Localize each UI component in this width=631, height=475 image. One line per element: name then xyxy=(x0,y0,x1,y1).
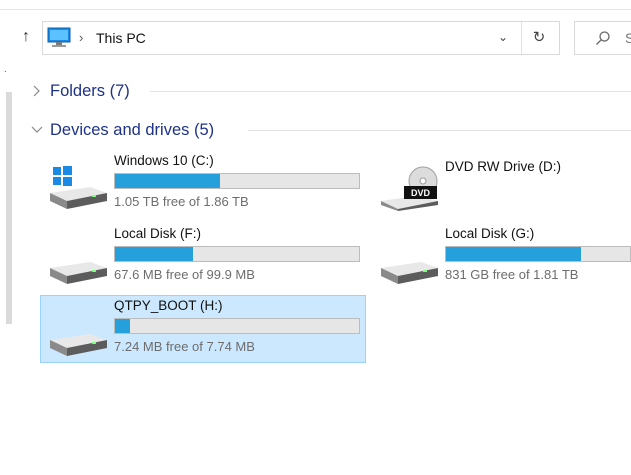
drive-tile-f[interactable]: Local Disk (F:) 67.6 MB free of 99.9 MB xyxy=(41,224,367,290)
drive-free-space: 831 GB free of 1.81 TB xyxy=(445,267,579,282)
drive-usage-bar xyxy=(114,318,360,334)
group-divider xyxy=(150,91,631,92)
up-arrow-icon[interactable]: ↑ xyxy=(16,26,36,48)
drive-usage-fill xyxy=(115,247,194,261)
drive-name: Local Disk (G:) xyxy=(445,226,535,241)
group-label-devices: Devices and drives (5) xyxy=(50,120,215,139)
dvd-badge-label: DVD xyxy=(411,188,431,198)
drive-tile-c[interactable]: Windows 10 (C:) 1.05 TB free of 1.86 TB xyxy=(41,151,367,217)
group-label-folders: Folders (7) xyxy=(50,81,130,100)
chevron-right-icon xyxy=(33,85,40,97)
chevron-down-icon[interactable]: ⌄ xyxy=(495,30,511,46)
drive-usage-bar xyxy=(114,173,360,189)
group-header-folders[interactable]: Folders (7) xyxy=(30,79,130,103)
drive-free-space: 67.6 MB free of 99.9 MB xyxy=(114,267,255,282)
breadcrumb-separator[interactable]: › xyxy=(79,30,83,45)
drive-name: Windows 10 (C:) xyxy=(114,153,214,168)
address-divider xyxy=(521,22,522,54)
drive-usage-fill xyxy=(115,174,220,188)
drive-tile-h[interactable]: QTPY_BOOT (H:) 7.24 MB free of 7.74 MB xyxy=(40,295,366,363)
drive-usage-bar xyxy=(114,246,360,262)
computer-icon xyxy=(47,27,71,47)
hard-drive-icon xyxy=(50,262,107,284)
drive-free-space: 7.24 MB free of 7.74 MB xyxy=(114,339,255,354)
windows-drive-icon xyxy=(50,166,107,209)
hard-drive-icon xyxy=(381,262,438,284)
chevron-down-icon xyxy=(31,126,43,133)
navigation-pane-scrollbar[interactable] xyxy=(6,92,12,324)
drive-name: Local Disk (F:) xyxy=(114,226,202,241)
breadcrumb-this-pc[interactable]: This PC xyxy=(96,30,146,46)
drive-free-space: 1.05 TB free of 1.86 TB xyxy=(114,194,249,209)
drive-usage-fill xyxy=(446,247,581,261)
search-placeholder: S xyxy=(625,30,631,46)
drive-name: QTPY_BOOT (H:) xyxy=(114,298,223,313)
drive-tile-g[interactable]: Local Disk (G:) 831 GB free of 1.81 TB xyxy=(372,224,631,290)
dvd-drive-icon: DVD xyxy=(381,166,438,211)
group-divider xyxy=(248,130,631,131)
refresh-button[interactable]: ↻ xyxy=(527,29,551,47)
search-icon xyxy=(596,31,610,45)
pane-resize-tick: ˙ xyxy=(4,70,8,82)
address-bar[interactable]: › This PC ⌄ ↻ xyxy=(42,21,560,55)
hard-drive-icon xyxy=(50,334,107,356)
top-divider xyxy=(0,9,631,10)
search-input[interactable]: S xyxy=(574,21,631,55)
drive-usage-bar xyxy=(445,246,631,262)
drive-tile-d[interactable]: DVD DVD RW Drive (D:) xyxy=(372,151,631,217)
drive-usage-fill xyxy=(115,319,130,333)
group-header-devices[interactable]: Devices and drives (5) xyxy=(30,118,214,142)
drive-name: DVD RW Drive (D:) xyxy=(445,159,561,174)
